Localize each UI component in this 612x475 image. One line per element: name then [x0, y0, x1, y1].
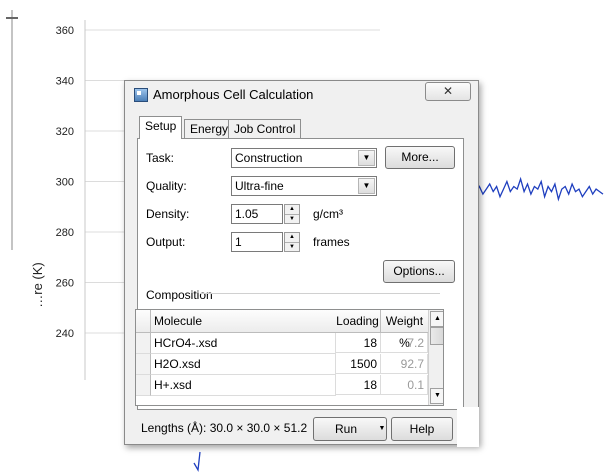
output-value: 1: [235, 235, 242, 249]
chevron-down-icon: ▼: [378, 425, 386, 432]
y-tick-label: 340: [56, 76, 74, 88]
close-icon: ✕: [442, 84, 454, 98]
density-stepper[interactable]: ▲ ▼: [284, 204, 300, 224]
chevron-down-icon: ▼: [358, 150, 375, 166]
y-tick-label: 300: [56, 177, 74, 189]
y-tick-label: 280: [56, 227, 74, 239]
chevron-down-icon: ▼: [358, 178, 375, 194]
more-button[interactable]: More...: [385, 146, 455, 169]
output-unit: frames: [313, 235, 350, 249]
density-value: 1.05: [235, 207, 259, 221]
stepper-up-icon: ▲: [285, 233, 299, 243]
density-unit: g/cm³: [313, 207, 343, 221]
tab-setup[interactable]: Setup: [139, 116, 183, 139]
column-header-loading[interactable]: Loading: [335, 310, 381, 333]
close-button[interactable]: ✕: [425, 82, 471, 101]
quality-dropdown[interactable]: Ultra-fine ▼: [231, 176, 377, 196]
cell-weight: 0.1: [381, 375, 428, 395]
row-header[interactable]: [136, 354, 151, 375]
composition-divider: [200, 293, 440, 294]
tab-job-control[interactable]: Job Control: [228, 119, 302, 139]
y-axis-label: …re (K): [30, 262, 45, 308]
series-fragment-bottom: [193, 451, 201, 473]
run-options-dropdown[interactable]: ▼: [378, 417, 387, 441]
run-button[interactable]: Run: [313, 417, 379, 441]
app-window-icon: [134, 88, 148, 102]
density-input[interactable]: 1.05: [231, 204, 283, 224]
tab-energy[interactable]: Energy: [184, 119, 235, 139]
cell-molecule[interactable]: H+.xsd: [151, 375, 336, 396]
stepper-down-icon: ▼: [289, 216, 295, 222]
composition-table: Molecule Loading Weight % HCrO4-.xsd 18 …: [135, 309, 444, 406]
task-label: Task:: [146, 151, 175, 165]
column-header-weight[interactable]: Weight %: [381, 310, 429, 350]
lengths-readout: Lengths (Å): 30.0 × 30.0 × 51.2: [141, 421, 308, 435]
scroll-up-icon[interactable]: ▲: [430, 311, 443, 327]
amorphous-cell-dialog: Amorphous Cell Calculation ✕ Setup Energ…: [124, 80, 479, 447]
stepper-up-icon: ▲: [285, 205, 299, 215]
y-tick-label: 240: [56, 328, 74, 340]
output-input[interactable]: 1: [231, 232, 283, 252]
temperature-series-line: [475, 176, 604, 202]
dialog-title: Amorphous Cell Calculation: [153, 87, 314, 102]
y-tick-label: 260: [56, 278, 74, 290]
quality-label: Quality:: [146, 179, 187, 193]
task-dropdown[interactable]: Construction ▼: [231, 148, 377, 168]
scroll-down-icon[interactable]: ▼: [430, 388, 443, 404]
torn-edge: [457, 407, 479, 447]
cell-weight: 92.7: [381, 354, 428, 374]
help-button[interactable]: Help: [391, 417, 453, 441]
table-scrollbar[interactable]: ▲ ▼: [428, 310, 443, 405]
cell-loading[interactable]: 18: [335, 333, 381, 353]
quality-value: Ultra-fine: [235, 179, 284, 193]
row-header-corner: [136, 310, 151, 333]
output-label: Output:: [146, 235, 186, 249]
y-tick-label: 320: [56, 126, 74, 138]
cell-molecule[interactable]: H2O.xsd: [151, 354, 336, 375]
row-header[interactable]: [136, 375, 151, 396]
row-header[interactable]: [136, 333, 151, 354]
column-header-molecule[interactable]: Molecule: [151, 310, 336, 333]
cell-loading[interactable]: 18: [335, 375, 381, 395]
cell-weight: 7.2: [381, 333, 428, 353]
task-value: Construction: [235, 151, 303, 165]
cell-molecule[interactable]: HCrO4-.xsd: [151, 333, 336, 354]
density-label: Density:: [146, 207, 190, 221]
dialog-titlebar[interactable]: Amorphous Cell Calculation ✕: [125, 81, 478, 109]
y-tick-label: 360: [56, 25, 74, 37]
output-stepper[interactable]: ▲ ▼: [284, 232, 300, 252]
stepper-down-icon: ▼: [289, 244, 295, 250]
cell-loading[interactable]: 1500: [335, 354, 381, 374]
scroll-thumb[interactable]: [430, 327, 443, 345]
options-button[interactable]: Options...: [383, 260, 455, 283]
composition-label: Composition: [146, 288, 213, 302]
